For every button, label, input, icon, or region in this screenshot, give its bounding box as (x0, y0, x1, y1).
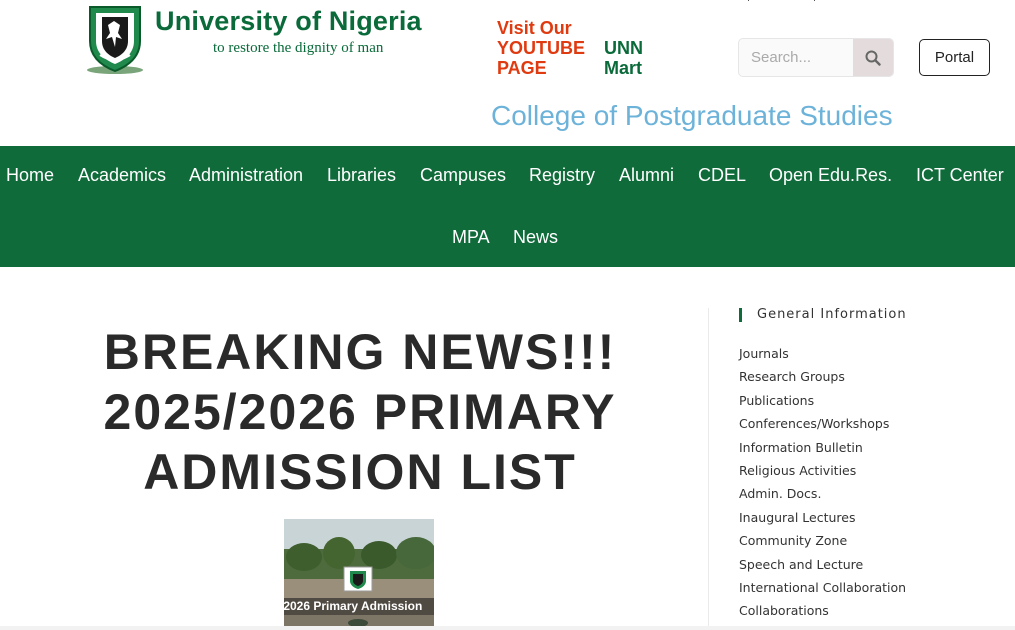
nav-item-home[interactable]: Home (6, 163, 54, 187)
nav-item-registry[interactable]: Registry (529, 163, 595, 187)
nav-item-mpa[interactable]: MPA (452, 225, 490, 249)
top-bar-fragment-icon (748, 0, 815, 1)
nav-item-alumni[interactable]: Alumni (619, 163, 674, 187)
sidebar-link-community-zone[interactable]: Community Zone (739, 532, 989, 555)
sidebar-link-international-collaboration[interactable]: International Collaboration (739, 579, 989, 602)
nav-item-news[interactable]: News (513, 225, 558, 249)
sidebar-link-conferences-workshops[interactable]: Conferences/Workshops (739, 415, 989, 438)
nav-item-open-edu-res[interactable]: Open Edu.Res. (769, 163, 892, 187)
sidebar-heading-accent (739, 308, 742, 322)
sidebar-heading: General Information (757, 307, 907, 322)
search-button[interactable] (853, 39, 893, 76)
youtube-page-link[interactable]: Visit Our YOUTUBE PAGE (497, 18, 597, 78)
nav-item-cdel[interactable]: CDEL (698, 163, 746, 187)
site-header: University of Nigeria to restore the dig… (0, 0, 1015, 146)
site-tagline: to restore the dignity of man (213, 40, 384, 56)
search-input[interactable] (739, 39, 855, 76)
search-form (738, 38, 894, 77)
sidebar-link-religious-activities[interactable]: Religious Activities (739, 462, 989, 485)
nav-item-administration[interactable]: Administration (189, 163, 303, 187)
sidebar-link-collaborations[interactable]: Collaborations (739, 602, 989, 625)
breaking-news-headline: BREAKING NEWS!!! 2025/2026 PRIMARY ADMIS… (103, 324, 617, 500)
general-information-list: Journals Research Groups Publications Co… (739, 345, 989, 626)
sidebar-link-journals[interactable]: Journals (739, 345, 989, 368)
nav-item-academics[interactable]: Academics (78, 163, 166, 187)
sidebar-link-inaugural-lectures[interactable]: Inaugural Lectures (739, 509, 989, 532)
university-logo[interactable] (82, 3, 148, 75)
portal-button[interactable]: Portal (919, 39, 990, 76)
nav-item-ict-center[interactable]: ICT Center (916, 163, 1004, 187)
sidebar-link-speech-and-lecture[interactable]: Speech and Lecture (739, 556, 989, 579)
news-image-caption: /2026 Primary Admission (284, 598, 434, 615)
sidebar-link-admin-docs[interactable]: Admin. Docs. (739, 485, 989, 508)
nav-item-libraries[interactable]: Libraries (327, 163, 396, 187)
sidebar-divider (708, 308, 709, 630)
main-navigation: Home Academics Administration Libraries … (0, 146, 1015, 267)
admission-news-image[interactable]: /2026 Primary Admission (284, 519, 434, 630)
browser-status-strip (0, 626, 1015, 630)
unn-mart-link[interactable]: UNN Mart (604, 38, 664, 78)
sidebar-link-information-bulletin[interactable]: Information Bulletin (739, 439, 989, 462)
nav-row-secondary: MPA News (0, 225, 1015, 251)
site-title[interactable]: University of Nigeria (155, 6, 422, 37)
sidebar-link-publications[interactable]: Publications (739, 392, 989, 415)
sidebar-link-research-groups[interactable]: Research Groups (739, 368, 989, 391)
nav-row-primary: Home Academics Administration Libraries … (0, 163, 1015, 189)
search-icon (865, 50, 881, 66)
nav-item-campuses[interactable]: Campuses (420, 163, 506, 187)
college-title[interactable]: College of Postgraduate Studies (491, 100, 893, 132)
